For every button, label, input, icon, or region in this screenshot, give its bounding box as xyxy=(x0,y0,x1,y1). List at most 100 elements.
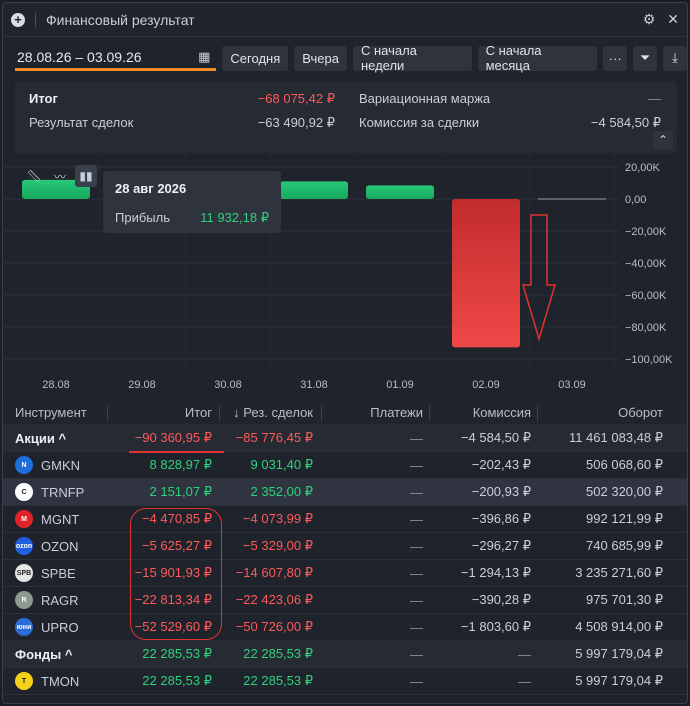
row-deals: −14 607,80 ₽ xyxy=(235,565,313,580)
y-tick-label: −80,00K xyxy=(625,322,667,334)
total-value: −68 075,42 ₽ xyxy=(257,91,335,106)
chart-tools: 📏︎ 〰 ▮▮ xyxy=(23,165,97,187)
row-deals: −22 423,06 ₽ xyxy=(235,592,313,607)
yesterday-button[interactable]: Вчера xyxy=(294,45,347,71)
ticker: OZON xyxy=(41,538,79,554)
col-commission[interactable]: Комиссия xyxy=(473,405,531,420)
instrument-logo: SPB xyxy=(15,564,33,582)
more-button[interactable]: ··· xyxy=(603,45,628,71)
table-row[interactable]: R RAGR −22 813,34 ₽ −22 423,06 ₽ — −390,28 ₽9… xyxy=(3,587,687,614)
col-payments[interactable]: Платежи xyxy=(370,405,423,420)
group-payments: — xyxy=(410,430,423,446)
col-turnover[interactable]: Оборот xyxy=(618,405,663,420)
y-tick-label: −40,00K xyxy=(625,258,667,270)
group-commission: — xyxy=(518,646,531,662)
date-range-value: 28.08.26 – 03.09.26 xyxy=(17,48,142,65)
table-row[interactable]: C TRNFP 2 151,07 ₽ 2 352,00 ₽ — −200,93 ₽ 502 … xyxy=(3,479,687,506)
month-start-button[interactable]: С начала месяца xyxy=(477,43,598,73)
row-turnover: 4 508 914,00 ₽ xyxy=(575,619,663,634)
ticker: TMON xyxy=(41,673,80,689)
row-deals: 9 031,40 ₽ xyxy=(250,457,314,472)
row-turnover: 992 121,99 ₽ xyxy=(586,511,663,526)
annotation-underline xyxy=(129,451,224,453)
bar-chart-icon[interactable]: ▮▮ xyxy=(75,165,97,187)
ticker: MGNT xyxy=(41,511,80,527)
group-turnover: 5 997 179,04 ₽ xyxy=(575,646,663,661)
row-payments: — xyxy=(410,565,423,581)
row-turnover: 502 320,00 ₽ xyxy=(586,484,663,499)
summary-panel: Итог −68 075,42 ₽ Вариационная маржа — Р… xyxy=(15,81,677,153)
instrument-logo: R xyxy=(15,591,33,609)
group-name: Акции ^ xyxy=(15,430,67,446)
period-toolbar: 28.08.26 – 03.09.26 ▦ Сегодня Вчера С на… xyxy=(15,43,687,73)
instrument-logo: N xyxy=(15,456,33,474)
y-tick-label: 0,00 xyxy=(625,194,646,206)
row-commission: −200,93 ₽ xyxy=(471,484,531,499)
row-total: 22 285,53 ₽ xyxy=(142,673,212,688)
total-label: Итог xyxy=(29,91,58,106)
row-commission: −390,28 ₽ xyxy=(471,592,531,607)
table-header: Инструмент Итог ↓ Рез. сделок Платежи Ко… xyxy=(3,401,687,425)
today-button[interactable]: Сегодня xyxy=(222,45,289,71)
instrument-logo: C xyxy=(15,483,33,501)
ticker: SPBE xyxy=(41,565,76,581)
row-deals: 22 285,53 ₽ xyxy=(243,673,313,688)
col-deals[interactable]: ↓ Рез. сделок xyxy=(233,405,313,420)
filter-icon[interactable]: ⏷ xyxy=(633,45,658,71)
instrument-logo: ozon xyxy=(15,537,33,555)
line-chart-icon[interactable]: 〰 xyxy=(49,165,71,187)
table-row[interactable]: M MGNT −4 470,85 ₽ −4 073,99 ₽ — −396,86 ₽992… xyxy=(3,506,687,533)
table-row[interactable]: SPB SPBE −15 901,93 ₽ −14 607,80 ₽ — −1 294,1… xyxy=(3,560,687,587)
instrument-logo: M xyxy=(15,510,33,528)
row-deals: −5 329,00 ₽ xyxy=(242,538,313,553)
ticker: GMKN xyxy=(41,457,80,473)
tooltip-label: Прибыль xyxy=(115,210,170,225)
chart-tooltip: 28 авг 2026 Прибыль 11 932,18 ₽ xyxy=(103,171,281,233)
col-total[interactable]: Итог xyxy=(185,405,212,420)
row-payments: — xyxy=(410,619,423,635)
calendar-icon[interactable]: ▦ xyxy=(198,49,210,65)
tooltip-date: 28 авг 2026 xyxy=(115,181,187,196)
group-name: Фонды ^ xyxy=(15,646,73,662)
add-widget-icon[interactable]: + xyxy=(11,12,25,27)
collapse-summary-icon[interactable]: ⌃ xyxy=(653,131,673,149)
margin-value: — xyxy=(648,91,661,106)
group-deals: −85 776,45 ₽ xyxy=(235,430,313,445)
annotation-arrow xyxy=(521,214,557,342)
chart-bar xyxy=(366,185,434,199)
ruler-icon[interactable]: 📏︎ xyxy=(23,165,45,187)
group-row[interactable]: Акции ^ −90 360,95 ₽ −85 776,45 ₽ — −4 584,5… xyxy=(3,425,687,452)
row-payments: — xyxy=(410,538,423,554)
instrument-logo: T xyxy=(15,672,33,690)
table-row[interactable]: юни UPRO −52 529,60 ₽ −50 726,00 ₽ — −1 803,6… xyxy=(3,614,687,641)
title-bar: + Финансовый результат ⚙ ✕ xyxy=(3,3,687,37)
col-instrument[interactable]: Инструмент xyxy=(15,405,87,420)
row-total: 8 828,97 ₽ xyxy=(149,457,213,472)
download-icon[interactable]: ⤓ xyxy=(663,45,687,71)
table-row[interactable]: ozon OZON −5 625,27 ₽ −5 329,00 ₽ — −296,27 ₽… xyxy=(3,533,687,560)
ticker: TRNFP xyxy=(41,484,85,500)
title-separator xyxy=(35,12,36,27)
row-payments: — xyxy=(410,457,423,473)
row-payments: — xyxy=(410,511,423,527)
gear-icon[interactable]: ⚙ xyxy=(643,11,656,28)
date-range-field[interactable]: 28.08.26 – 03.09.26 ▦ xyxy=(15,45,217,71)
group-row[interactable]: Фонды ^ 22 285,53 ₽ 22 285,53 ₽ — — 5 997 179… xyxy=(3,641,687,668)
week-start-button[interactable]: С начала недели xyxy=(352,43,472,73)
y-tick-label: 20,00K xyxy=(625,162,661,174)
annotation-ellipse xyxy=(130,508,222,640)
deals-value: −63 490,92 ₽ xyxy=(257,115,335,130)
row-commission: −1 294,13 ₽ xyxy=(460,565,531,580)
row-total: 2 151,07 ₽ xyxy=(149,484,213,499)
row-turnover: 506 068,60 ₽ xyxy=(586,457,663,472)
row-payments: — xyxy=(410,592,423,608)
table-row[interactable]: T TMON 22 285,53 ₽ 22 285,53 ₽ — — 5 997 179,0… xyxy=(3,668,687,695)
row-payments: — xyxy=(410,673,423,689)
group-payments: — xyxy=(410,646,423,662)
y-tick-label: −60,00K xyxy=(625,290,667,302)
close-icon[interactable]: ✕ xyxy=(667,11,679,28)
row-commission: −202,43 ₽ xyxy=(471,457,531,472)
table-row[interactable]: N GMKN 8 828,97 ₽ 9 031,40 ₽ — −202,43 ₽ 506 0… xyxy=(3,452,687,479)
x-tick-label: 01.09 xyxy=(386,379,414,391)
financial-result-window: + Финансовый результат ⚙ ✕ 28.08.26 – 03… xyxy=(2,2,688,704)
